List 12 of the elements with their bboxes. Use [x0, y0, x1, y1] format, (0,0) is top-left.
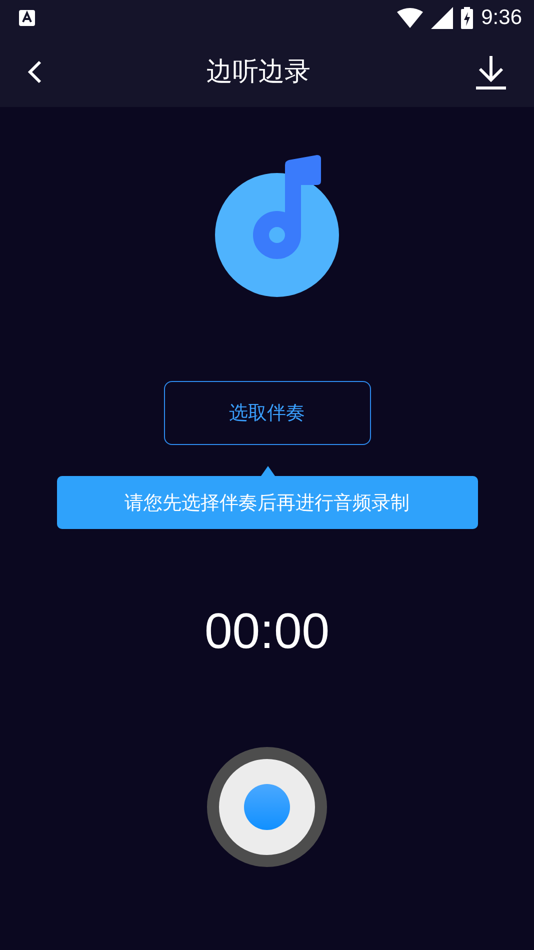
back-icon[interactable]: [28, 60, 42, 84]
music-disc-icon: [215, 155, 339, 297]
status-time: 9:36: [481, 6, 522, 30]
signal-icon: [431, 7, 454, 29]
wifi-icon: [397, 8, 424, 28]
page-title: 边听边录: [206, 56, 310, 89]
timer: 00:00: [204, 602, 330, 661]
battery-icon: [461, 7, 474, 29]
download-icon[interactable]: [475, 54, 507, 90]
app-notification-icon: [19, 10, 35, 26]
select-accompaniment-button[interactable]: 选取伴奏: [164, 381, 370, 445]
tooltip-text: 请您先选择伴奏后再进行音频录制: [124, 490, 410, 516]
